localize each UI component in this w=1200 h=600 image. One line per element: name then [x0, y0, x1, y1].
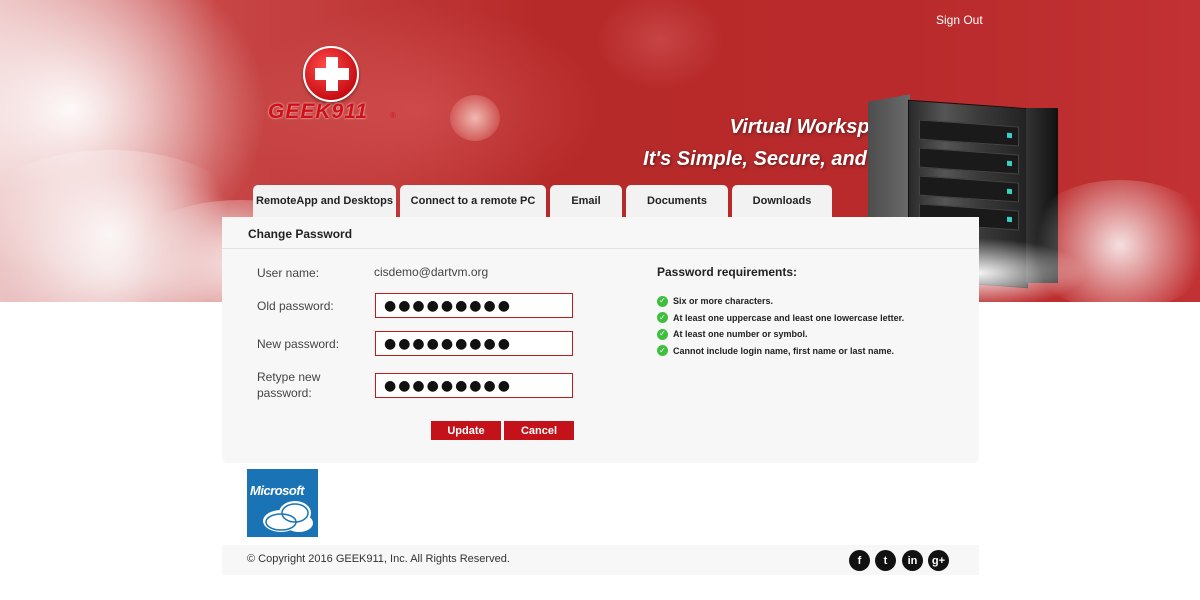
requirement-text: At least one uppercase and least one low… [673, 312, 905, 323]
retype-label-line2: password: [257, 386, 312, 400]
list-item: ✓ At least one number or symbol. [657, 326, 904, 343]
username-label: User name: [257, 266, 320, 280]
light-flare [450, 95, 500, 141]
microsoft-wordmark: Microsoft [250, 483, 305, 498]
tab-email[interactable]: Email [550, 185, 622, 217]
copyright-text: © Copyright 2016 GEEK911, Inc. All Right… [247, 553, 510, 565]
microsoft-cloud-badge[interactable]: Microsoft [247, 469, 318, 537]
list-item: ✓ At least one uppercase and least one lo… [657, 310, 904, 327]
panel-title: Change Password [222, 217, 979, 249]
old-password-label: Old password: [257, 299, 334, 313]
change-password-panel: Change Password User name: cisdemo@dartv… [222, 217, 979, 463]
linkedin-icon[interactable]: in [902, 550, 923, 571]
requirement-text: At least one number or symbol. [673, 329, 808, 340]
geek911-logo[interactable]: GEEK911 ® [268, 46, 408, 126]
tab-downloads[interactable]: Downloads [732, 185, 832, 217]
footer: © Copyright 2016 GEEK911, Inc. All Right… [222, 545, 979, 575]
requirements-list: ✓ Six or more characters. ✓ At least one u… [657, 293, 904, 359]
check-icon: ✓ [657, 312, 668, 324]
check-icon: ✓ [657, 295, 668, 307]
update-button[interactable]: Update [431, 421, 501, 440]
check-icon: ✓ [657, 328, 668, 340]
requirement-text: Six or more characters. [673, 296, 774, 307]
retype-password-label: Retype new password: [257, 369, 320, 401]
tab-documents[interactable]: Documents [626, 185, 728, 217]
tab-remoteapp-desktops[interactable]: RemoteApp and Desktops [253, 185, 396, 217]
new-password-label: New password: [257, 337, 340, 351]
retype-password-input[interactable] [375, 373, 573, 398]
username-value: cisdemo@dartvm.org [374, 265, 489, 279]
cancel-button[interactable]: Cancel [504, 421, 574, 440]
list-item: ✓ Six or more characters. [657, 293, 904, 310]
registered-mark: ® [390, 111, 396, 120]
new-password-input[interactable] [375, 331, 573, 356]
logo-wordmark: GEEK911 [268, 100, 368, 123]
twitter-icon[interactable]: t [875, 550, 896, 571]
requirements-title: Password requirements: [657, 265, 798, 279]
sign-out-link[interactable]: Sign Out [936, 13, 983, 27]
facebook-icon[interactable]: f [849, 550, 870, 571]
retype-label-line1: Retype new [257, 370, 321, 384]
check-icon: ✓ [657, 345, 668, 357]
google-plus-icon[interactable]: g+ [928, 550, 949, 571]
cloud-icon [263, 501, 313, 532]
tab-connect-remote-pc[interactable]: Connect to a remote PC [400, 185, 546, 217]
requirement-text: Cannot include login name, first name or… [673, 345, 895, 356]
list-item: ✓ Cannot include login name, first name o… [657, 343, 904, 360]
old-password-input[interactable] [375, 293, 573, 318]
medical-cross-icon [303, 46, 359, 102]
